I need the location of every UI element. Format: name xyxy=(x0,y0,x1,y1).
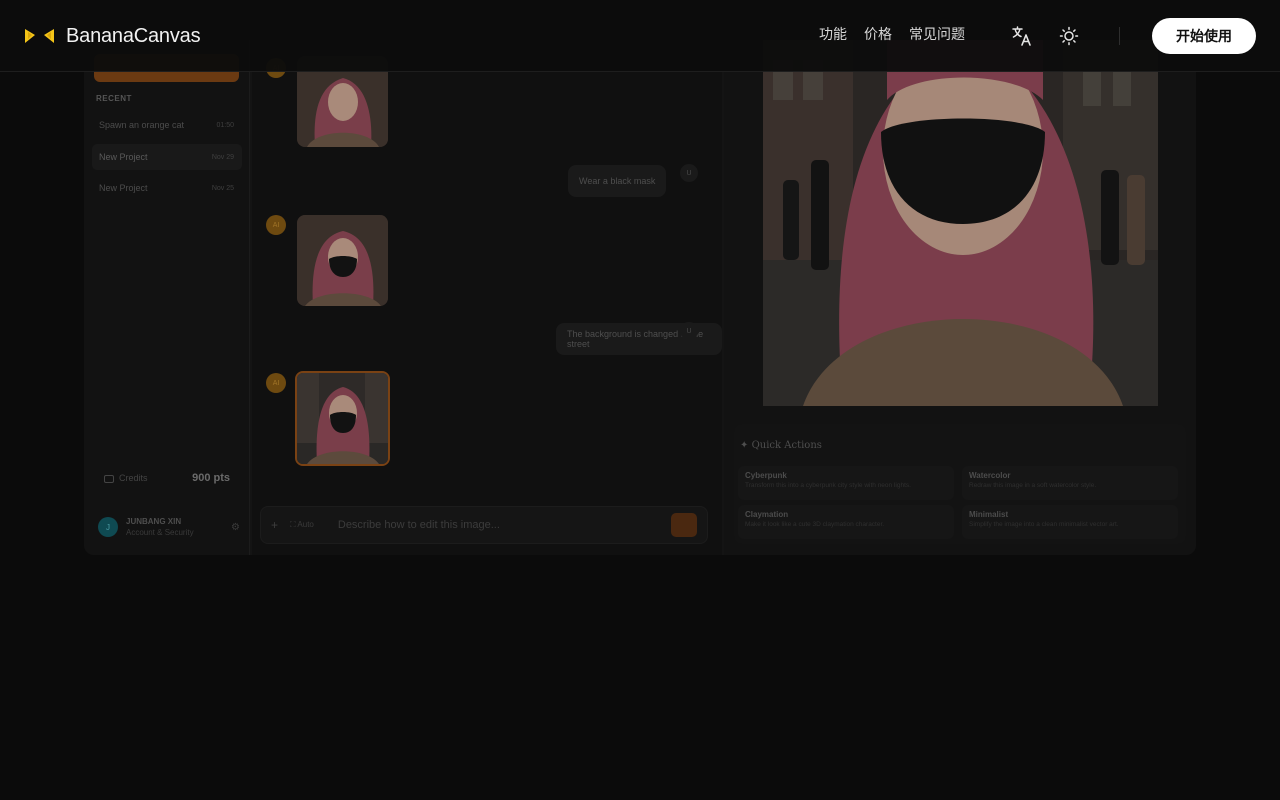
preview-image xyxy=(763,40,1158,406)
recent-label: RECENT xyxy=(96,94,132,103)
quick-action-title: Cyberpunk xyxy=(745,471,787,480)
language-button[interactable] xyxy=(1010,24,1034,48)
credits-row: Credits 900 pts xyxy=(104,472,230,484)
credits-label: Credits xyxy=(119,473,148,483)
quick-action-title: Claymation xyxy=(745,510,789,519)
sidebar: RECENT Spawn an orange cat 01:50 New Pro… xyxy=(84,40,250,555)
top-navbar: BananaCanvas 功能 价格 常见问题 开始使用 xyxy=(0,0,1280,72)
quick-action-cyberpunk[interactable]: Cyberpunk Transform this into a cyberpun… xyxy=(738,466,954,500)
sidebar-item-recent[interactable]: New Project Nov 25 xyxy=(92,175,242,201)
sun-icon xyxy=(1059,26,1079,46)
ai-avatar: AI xyxy=(266,215,286,235)
get-started-button[interactable]: 开始使用 xyxy=(1152,18,1256,54)
recent-item-date: 01:50 xyxy=(216,121,234,129)
gear-icon[interactable]: ⚙ xyxy=(231,522,240,533)
ai-avatar: AI xyxy=(266,373,286,393)
quick-action-desc: Make it look like a cute 3D claymation c… xyxy=(745,521,885,528)
sidebar-item-recent[interactable]: New Project Nov 29 xyxy=(92,144,242,170)
quick-action-desc: Redraw this image in a soft watercolor s… xyxy=(969,482,1097,489)
user-message: Wear a black mask xyxy=(568,165,667,197)
chat-panel: AI Wear a black mask U AI xyxy=(252,40,722,555)
recent-item-label: New Project xyxy=(99,152,148,162)
quick-action-desc: Transform this into a cyberpunk city sty… xyxy=(745,482,911,489)
recent-item-date: Nov 29 xyxy=(211,153,234,161)
avatar: J xyxy=(98,517,118,537)
wand-icon: ✦ xyxy=(740,440,749,451)
quick-action-watercolor[interactable]: Watercolor Redraw this image in a soft w… xyxy=(962,466,1178,500)
credits-value: 900 pts xyxy=(192,472,230,484)
brand-logo[interactable]: BananaCanvas xyxy=(24,24,201,48)
user-avatar: U xyxy=(680,164,698,182)
nav-link-features[interactable]: 功能 xyxy=(819,25,847,43)
brand-name: BananaCanvas xyxy=(66,24,201,47)
recent-item-label: New Project xyxy=(99,183,148,193)
quick-actions-panel: ✦ Quick Actions Cyberpunk Transform this… xyxy=(734,424,1186,544)
auto-aspect-toggle[interactable]: ⛶ Auto xyxy=(290,520,314,530)
nav-link-faq[interactable]: 常见问题 xyxy=(909,25,965,43)
quick-action-minimalist[interactable]: Minimalist Simplify the image into a cle… xyxy=(962,505,1178,539)
quick-action-claymation[interactable]: Claymation Make it look like a cute 3D c… xyxy=(738,505,954,539)
quick-action-desc: Simplify the image into a clean minimali… xyxy=(969,521,1119,528)
nav-link-pricing[interactable]: 价格 xyxy=(864,25,892,43)
translate-icon xyxy=(1012,26,1031,46)
quick-action-title: Watercolor xyxy=(969,471,1011,480)
recent-item-label: Spawn an orange cat xyxy=(99,120,185,130)
user-avatar: U xyxy=(680,322,698,340)
plus-icon[interactable]: + xyxy=(271,518,278,532)
user-account[interactable]: J JUNBANG XIN Account & Security ⚙ xyxy=(98,514,240,540)
quick-action-title: Minimalist xyxy=(969,510,1009,519)
editor-window: RECENT Spawn an orange cat 01:50 New Pro… xyxy=(84,40,1196,555)
generated-image-thumbnail-selected[interactable] xyxy=(295,371,390,466)
app-background: RECENT Spawn an orange cat 01:50 New Pro… xyxy=(0,0,1280,800)
send-button[interactable] xyxy=(671,513,697,537)
nav-links: 功能 价格 常见问题 xyxy=(819,25,982,43)
preview-panel: ✦ Quick Actions Cyberpunk Transform this… xyxy=(724,40,1196,555)
generated-image-thumbnail[interactable] xyxy=(297,215,388,306)
prompt-input[interactable]: Describe how to edit this image... xyxy=(338,519,671,531)
credit-card-icon xyxy=(104,474,114,483)
banana-logo-icon xyxy=(25,29,54,43)
sidebar-item-recent[interactable]: Spawn an orange cat 01:50 xyxy=(92,112,242,138)
recent-item-date: Nov 25 xyxy=(211,184,234,192)
user-subtitle: Account & Security xyxy=(126,528,194,537)
theme-toggle-button[interactable] xyxy=(1057,24,1081,48)
nav-divider xyxy=(1119,27,1120,45)
prompt-composer: + ⛶ Auto Describe how to edit this image… xyxy=(260,506,708,544)
quick-actions-title: ✦ Quick Actions xyxy=(740,440,822,451)
user-name: JUNBANG XIN xyxy=(126,517,182,526)
